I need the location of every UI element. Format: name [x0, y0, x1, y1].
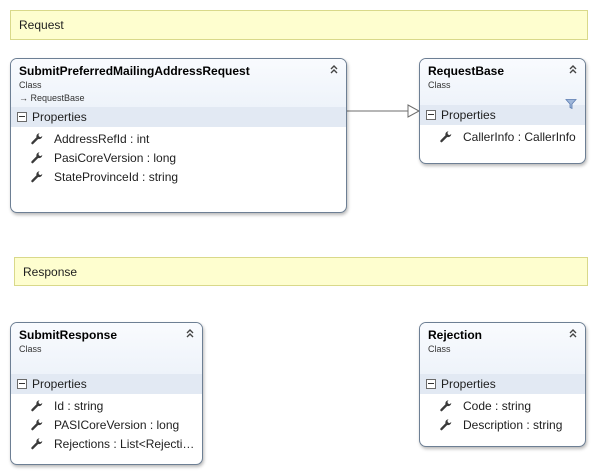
section-header-properties[interactable]: Properties — [420, 374, 585, 394]
wrench-icon — [31, 170, 43, 182]
wrench-icon — [440, 418, 452, 430]
section-collapse-toggle[interactable] — [426, 110, 436, 120]
section-header-properties[interactable]: Properties — [420, 105, 585, 125]
section-label: Properties — [441, 377, 496, 391]
property-item[interactable]: AddressRefId : int — [11, 129, 346, 148]
wrench-icon — [31, 151, 43, 163]
property-item[interactable]: PASICoreVersion : long — [11, 415, 202, 434]
section-collapse-toggle[interactable] — [17, 379, 27, 389]
property-list: Id : string PASICoreVersion : long Rejec… — [11, 394, 202, 457]
collapse-chevron-icon[interactable] — [567, 63, 579, 75]
class-rejection[interactable]: Rejection Class Properties Code : string… — [419, 322, 586, 447]
property-item[interactable]: Description : string — [420, 415, 585, 434]
wrench-icon — [440, 399, 452, 411]
property-label: CallerInfo : CallerInfo — [463, 129, 576, 144]
wrench-icon — [31, 132, 43, 144]
property-item[interactable]: Code : string — [420, 396, 585, 415]
class-submit-preferred-mailing-address-request[interactable]: SubmitPreferredMailingAddressRequest Cla… — [10, 58, 347, 213]
class-submit-response[interactable]: SubmitResponse Class Properties Id : str… — [10, 322, 203, 465]
property-label: PasiCoreVersion : long — [54, 150, 177, 165]
property-label: Rejections : List<Rejecti… — [54, 436, 195, 451]
property-list: Code : string Description : string — [420, 394, 585, 438]
class-request-base[interactable]: RequestBase Class Properties CallerInfo … — [419, 58, 586, 164]
section-header-properties[interactable]: Properties — [11, 374, 202, 394]
collapse-chevron-icon[interactable] — [567, 327, 579, 339]
class-kind: Class — [19, 344, 42, 354]
filter-icon[interactable] — [565, 98, 577, 110]
collapse-chevron-icon[interactable] — [184, 327, 196, 339]
class-kind: Class — [428, 344, 451, 354]
section-collapse-toggle[interactable] — [17, 112, 27, 122]
base-type-label: → RequestBase — [19, 93, 85, 103]
section-label: Properties — [32, 110, 87, 124]
property-label: Description : string — [463, 417, 563, 432]
property-list: AddressRefId : int PasiCoreVersion : lon… — [11, 127, 346, 190]
property-label: Id : string — [54, 398, 104, 413]
section-collapse-toggle[interactable] — [426, 379, 436, 389]
section-header-properties[interactable]: Properties — [11, 107, 346, 127]
class-name: SubmitResponse — [19, 328, 118, 342]
collapse-chevron-icon[interactable] — [328, 63, 340, 75]
section-label: Properties — [32, 377, 87, 391]
property-label: StateProvinceId : string — [54, 169, 179, 184]
property-label: Code : string — [463, 398, 532, 413]
property-item[interactable]: Id : string — [11, 396, 202, 415]
property-list: CallerInfo : CallerInfo — [420, 125, 585, 150]
wrench-icon — [31, 399, 43, 411]
class-kind: Class — [19, 80, 42, 90]
shape-header: RequestBase Class — [420, 59, 585, 110]
wrench-icon — [31, 418, 43, 430]
class-name: RequestBase — [428, 64, 505, 78]
shape-header: Rejection Class — [420, 323, 585, 374]
property-label: AddressRefId : int — [54, 131, 150, 146]
shape-header: SubmitPreferredMailingAddressRequest Cla… — [11, 59, 346, 107]
section-label: Properties — [441, 108, 496, 122]
shape-header: SubmitResponse Class — [11, 323, 202, 374]
property-item[interactable]: Rejections : List<Rejecti… — [11, 434, 202, 453]
wrench-icon — [31, 437, 43, 449]
class-name: Rejection — [428, 328, 483, 342]
property-item[interactable]: StateProvinceId : string — [11, 167, 346, 186]
property-item[interactable]: CallerInfo : CallerInfo — [420, 127, 585, 146]
class-kind: Class — [428, 80, 451, 90]
class-name: SubmitPreferredMailingAddressRequest — [19, 64, 250, 78]
property-label: PASICoreVersion : long — [54, 417, 180, 432]
inheritance-arrowhead — [407, 104, 421, 118]
property-item[interactable]: PasiCoreVersion : long — [11, 148, 346, 167]
wrench-icon — [440, 130, 452, 142]
